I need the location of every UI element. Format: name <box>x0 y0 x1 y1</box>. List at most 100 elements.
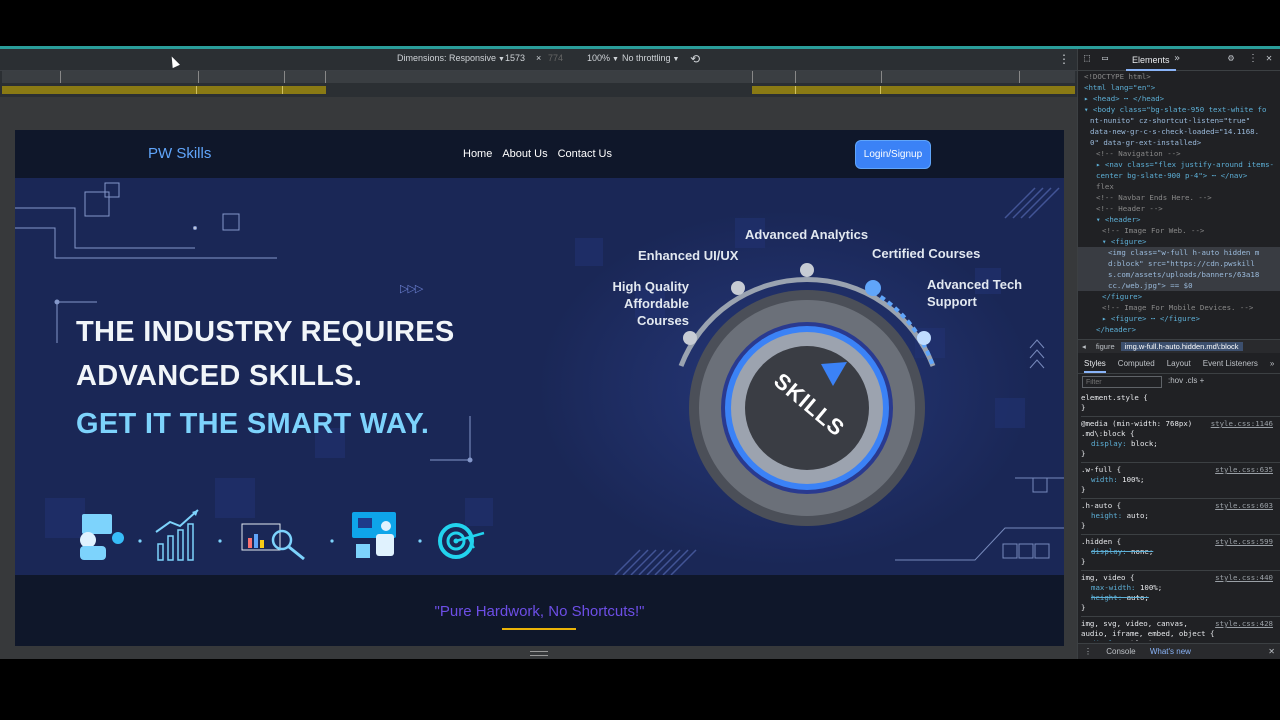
tab-layout[interactable]: Layout <box>1167 354 1191 373</box>
css-selector: element.style { <box>1081 393 1148 402</box>
dom-node-line[interactable]: s.com/assets/uploads/banners/63a18 <box>1078 269 1280 280</box>
dom-tree[interactable]: <!DOCTYPE html> <html lang="en"> ▸ <head> … <box>1078 71 1280 339</box>
headline-line3: GET IT THE SMART WAY. <box>76 408 430 440</box>
css-rule-close: } <box>1081 521 1086 530</box>
screen: Dimensions: Responsive ▼ 1573 × 774 100% ▼… <box>0 0 1280 720</box>
filter-options[interactable]: :hov .cls + <box>1168 376 1204 385</box>
breadcrumb-img[interactable]: img.w-full.h-auto.hidden.md\:block <box>1120 342 1243 351</box>
css-property: height: auto; <box>1091 593 1149 602</box>
breadcrumb-figure[interactable]: figure <box>1092 342 1119 351</box>
inspect-icon[interactable]: ⬚ <box>1084 53 1090 64</box>
css-rule[interactable]: .h-auto {style.css:603 height: auto;} <box>1081 499 1280 535</box>
drawer-close-icon[interactable]: ✕ <box>1268 644 1275 660</box>
media-query-bar-right[interactable] <box>752 86 1075 94</box>
dom-node-line[interactable]: center bg-slate-900 p-4"> ⋯ </nav> <box>1078 170 1280 181</box>
width-input[interactable]: 1573 <box>505 53 525 63</box>
css-source-link: style.css:599 <box>1215 537 1273 546</box>
devtools-panel: ⬚ ▭ Elements » ⚙ ⋮ ✕ <!DOCTYPE html> <htm… <box>1077 49 1280 659</box>
styles-filter-input[interactable] <box>1082 376 1162 388</box>
skill-label-advanced-analytics: Advanced Analytics <box>745 227 869 242</box>
skill-label-advanced-tech: Advanced Tech Support <box>927 277 1023 309</box>
css-property: max-width: 100%; <box>1091 583 1163 592</box>
device-toolbar: Dimensions: Responsive ▼ 1573 × 774 100% ▼… <box>0 49 1077 71</box>
tab-styles[interactable]: Styles <box>1084 354 1106 373</box>
css-rule[interactable]: img, video {style.css:440 max-width: 100%… <box>1081 571 1280 617</box>
web-page: PW Skills Home About Us Contact Us Login… <box>15 130 1064 646</box>
dom-node-line[interactable]: ▸ <figure> ⋯ </figure> <box>1078 313 1280 324</box>
css-source-link: style.css:1146 <box>1210 419 1273 428</box>
devtools-drawer: ⋮ Console What's new ✕ <box>1078 643 1280 659</box>
nav-link-home[interactable]: Home <box>463 148 492 160</box>
dom-node-line[interactable]: <!-- Navigation --> <box>1078 148 1280 159</box>
dom-node-line[interactable]: d:block" src="https://cdn.pwskill <box>1078 258 1280 269</box>
breadcrumb-back-icon[interactable]: ◂ <box>1078 342 1090 351</box>
dom-node-line[interactable]: ▾ <figure> <box>1078 236 1280 247</box>
dom-node-line[interactable]: <!-- Header --> <box>1078 203 1280 214</box>
dom-node-line[interactable]: </figure> <box>1078 291 1280 302</box>
css-rule[interactable]: img, svg, video, canvas, audio, iframe, … <box>1081 617 1280 641</box>
nav-link-about[interactable]: About Us <box>502 148 547 160</box>
dom-node-line[interactable]: <!-- Navbar Ends Here. --> <box>1078 192 1280 203</box>
css-rule[interactable]: .w-full {style.css:635 width: 100%;} <box>1081 463 1280 499</box>
device-toggle-icon[interactable]: ▭ <box>1102 53 1108 64</box>
drawer-menu-icon[interactable]: ⋮ <box>1078 647 1098 656</box>
dom-node-line[interactable]: </header> <box>1078 324 1280 335</box>
css-source-link: style.css:603 <box>1215 501 1273 510</box>
more-options-icon[interactable]: ⋮ <box>1058 52 1070 66</box>
css-property: display: block; <box>1091 439 1158 448</box>
dom-node-line[interactable]: ▾ <header> <box>1078 214 1280 225</box>
tab-event-listeners[interactable]: Event Listeners <box>1203 354 1258 373</box>
dom-node-line[interactable]: <!-- Image For Web. --> <box>1078 225 1280 236</box>
css-rule-close: } <box>1081 449 1086 458</box>
css-rule-close: } <box>1081 557 1086 566</box>
css-rule[interactable]: @media (min-width: 768px) .md\:block {st… <box>1081 417 1280 463</box>
dom-node-line[interactable]: 0" data-gr-ext-installed> <box>1078 137 1280 148</box>
login-signup-button[interactable]: Login/Signup <box>856 141 930 168</box>
zoom-select[interactable]: 100% ▼ <box>587 53 619 63</box>
drawer-tab-whats-new[interactable]: What's new <box>1144 647 1197 656</box>
ruler <box>2 71 1075 83</box>
css-rule-close: } <box>1081 403 1086 412</box>
more-tabs-icon[interactable]: » <box>1174 53 1180 64</box>
dom-node-line[interactable]: cc./web.jpg"> == $0 <box>1078 280 1280 291</box>
throttling-select[interactable]: No throttling ▼ <box>622 53 679 63</box>
rotate-icon[interactable]: ⟲ <box>690 52 704 66</box>
dom-node-line[interactable]: ▾ <body class="bg-slate-950 text-white f… <box>1078 104 1280 115</box>
style-rules[interactable]: element.style {} @media (min-width: 768px… <box>1078 391 1280 641</box>
css-property: display: none; <box>1091 547 1154 556</box>
skill-label-enhanced-ui: Enhanced UI/UX <box>638 248 739 263</box>
dom-node-line[interactable]: ▸ <head> ⋯ </head> <box>1078 93 1280 104</box>
brand-logo[interactable]: PW Skills <box>148 145 211 162</box>
dom-node-line[interactable]: <!DOCTYPE html> <box>1078 71 1280 82</box>
target-icon <box>438 523 485 559</box>
dom-node-line[interactable]: nt-nunito" cz-shortcut-listen="true" <box>1078 115 1280 126</box>
dom-node-line[interactable]: <img class="w-full h-auto hidden m <box>1078 247 1280 258</box>
css-rule[interactable]: element.style {} <box>1081 391 1280 417</box>
close-icon[interactable]: ✕ <box>1266 53 1272 64</box>
hero-banner: ▷▷▷ THE INDUSTRY REQUIRES ADVANCED SKILL… <box>15 178 1064 575</box>
viewport-resize-handle[interactable] <box>530 651 548 656</box>
css-property: display: block; <box>1081 639 1280 641</box>
dimensions-select[interactable]: Dimensions: Responsive ▼ <box>397 53 505 63</box>
css-source-link: style.css:635 <box>1215 465 1273 474</box>
dom-node-line[interactable]: data-new-gr-c-s-check-loaded="14.1168. <box>1078 126 1280 137</box>
drawer-tab-console[interactable]: Console <box>1100 647 1141 656</box>
presentation-board-icon <box>352 512 396 558</box>
dom-node-line[interactable]: <html lang="en"> <box>1078 82 1280 93</box>
styles-filter-row: :hov .cls + <box>1078 375 1280 389</box>
tab-elements[interactable]: Elements <box>1126 49 1176 71</box>
settings-icon[interactable]: ⚙ <box>1228 53 1234 64</box>
tab-computed[interactable]: Computed <box>1118 354 1155 373</box>
height-input[interactable]: 774 <box>548 53 563 63</box>
media-query-bar-left[interactable] <box>2 86 326 94</box>
dom-node-line[interactable]: flex <box>1078 181 1280 192</box>
dom-node-line[interactable]: <!-- Image For Mobile Devices. --> <box>1078 302 1280 313</box>
nav-link-contact[interactable]: Contact Us <box>558 148 612 160</box>
devtools-menu-icon[interactable]: ⋮ <box>1248 53 1258 64</box>
css-rule[interactable]: .hidden {style.css:599 display: none;} <box>1081 535 1280 571</box>
arrow-decoration-icon: ▷▷▷ <box>400 283 423 295</box>
devtools-tabs: ⬚ ▭ Elements » ⚙ ⋮ ✕ <box>1078 49 1280 71</box>
tab-more[interactable]: » <box>1270 354 1274 373</box>
times-sign: × <box>536 53 542 63</box>
dom-node-line[interactable]: ▸ <nav class="flex justify-around items- <box>1078 159 1280 170</box>
